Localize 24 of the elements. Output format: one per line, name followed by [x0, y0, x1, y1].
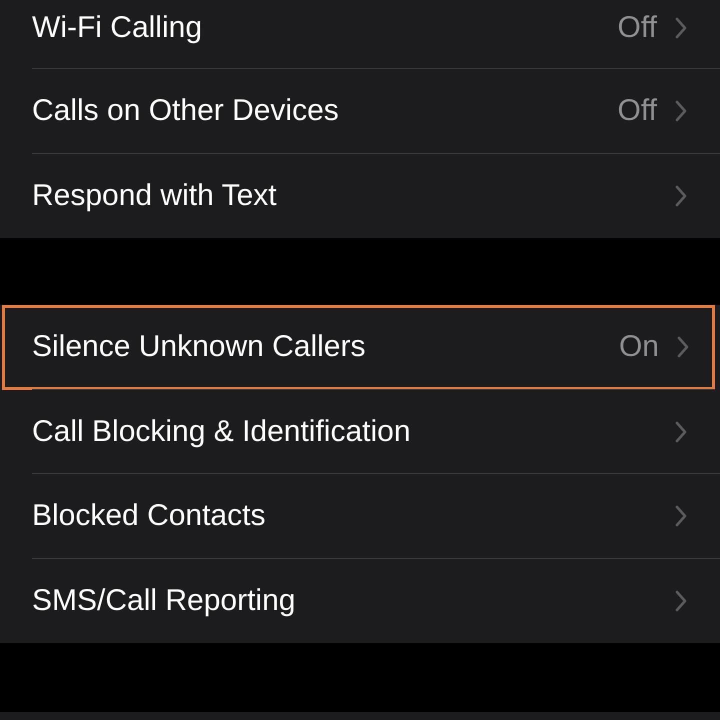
row-label: Silence Unknown Callers	[32, 330, 366, 364]
row-label: Calls on Other Devices	[32, 94, 340, 128]
settings-row[interactable]: Silence Unknown Callers On	[2, 305, 715, 390]
chevron-icon	[675, 184, 687, 207]
chevron-icon	[675, 420, 687, 443]
settings-row[interactable]: Respond with Text	[0, 154, 720, 238]
chevron-icon	[675, 505, 687, 528]
settings-row[interactable]: Call Blocking & Identification	[0, 390, 720, 474]
row-value: Off	[618, 11, 657, 45]
row-label: SMS/Call Reporting	[32, 584, 296, 618]
settings-row[interactable]: SMS/Call Reporting	[0, 558, 720, 643]
row-value: Off	[618, 94, 657, 128]
row-value: On	[618, 330, 659, 364]
row-label: Call Blocking & Identification	[32, 414, 412, 449]
settings-row[interactable]: Calls on Other Devices Off	[0, 69, 720, 154]
chevron-icon	[675, 100, 687, 122]
chevron-icon	[675, 17, 687, 39]
chevron-icon	[677, 336, 689, 358]
chevron-icon	[675, 590, 687, 612]
row-label: Blocked Contacts	[32, 499, 266, 534]
settings-row[interactable]: Wi-Fi Calling Off	[0, 0, 720, 69]
settings-row[interactable]: Blocked Contacts	[0, 474, 720, 558]
row-label: Respond with Text	[32, 178, 278, 213]
row-label: Wi-Fi Calling	[32, 11, 204, 45]
